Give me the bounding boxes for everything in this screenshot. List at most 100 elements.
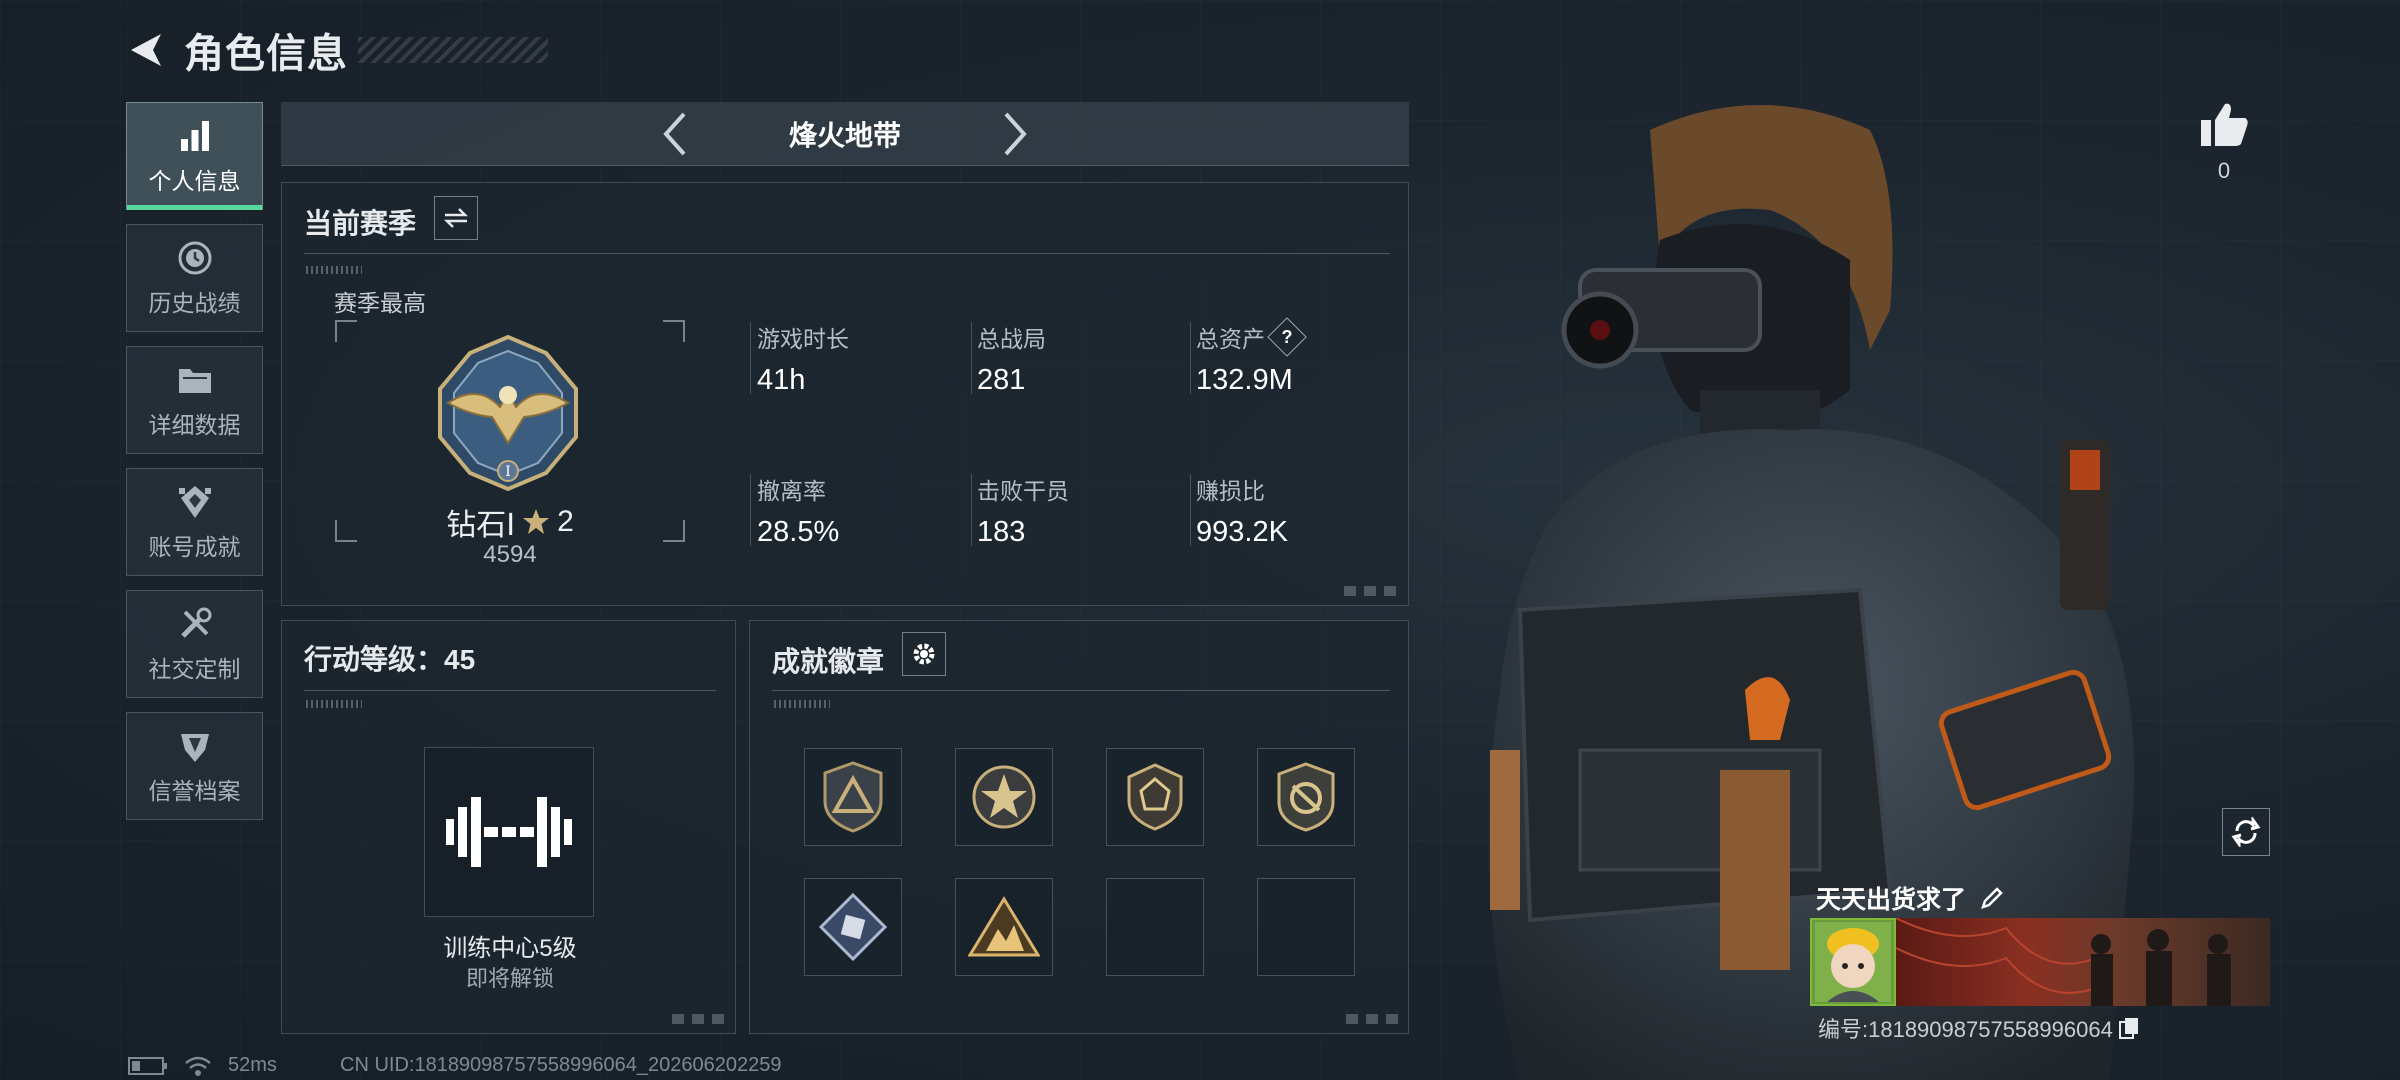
player-name-row: 天天出货求了 [1816, 880, 2004, 916]
bar-chart-icon [175, 116, 215, 156]
training-center-icon-box[interactable] [424, 747, 594, 917]
triangle-badge-icon [823, 761, 883, 833]
corner-decoration [672, 1014, 726, 1024]
unlock-name: 训练中心5级 [443, 935, 577, 962]
help-icon[interactable]: ? [1267, 317, 1307, 357]
decoration-ticks [774, 700, 830, 708]
stat-value: 281 [977, 364, 1026, 396]
back-button[interactable] [124, 27, 170, 73]
thumbs-up-icon [2201, 103, 2248, 146]
switch-season-button[interactable] [434, 196, 478, 240]
stat-value: 993.2K [1196, 516, 1288, 548]
sidebar-item-label: 信誉档案 [148, 778, 241, 804]
badges-divider [772, 690, 1390, 691]
header: 角色信息 [124, 22, 548, 78]
tools-icon [175, 604, 215, 644]
stat-divider [1190, 322, 1191, 394]
stat-value: 28.5% [757, 516, 840, 548]
status-bar: 52ms [128, 1054, 277, 1077]
svg-text:I: I [505, 464, 511, 480]
badge-slot[interactable] [955, 748, 1053, 846]
rank-tier: 钻石Ⅰ [446, 509, 516, 542]
wifi-icon [185, 1056, 211, 1076]
stat-total-assets: 总资产 ? 132.9M [1196, 317, 1307, 397]
back-arrow-icon [131, 34, 161, 66]
stat-label: 击败干员 [977, 478, 1069, 504]
badge-slot[interactable] [804, 878, 902, 976]
rank-name: 钻石Ⅰ 2 [420, 500, 600, 544]
badges-title: 成就徽章 [772, 646, 885, 677]
badge-slot-empty[interactable] [1106, 878, 1204, 976]
sidebar-item-label: 社交定制 [148, 656, 241, 682]
sidebar-item-detailed-data[interactable]: 详细数据 [126, 346, 263, 454]
sidebar-item-reputation[interactable]: 信誉档案 [126, 712, 263, 820]
sidebar-item-label: 历史战绩 [148, 290, 241, 316]
sidebar-item-label: 账号成就 [148, 534, 241, 560]
shield-icon [175, 726, 215, 766]
copy-icon[interactable] [2118, 1017, 2139, 1039]
gear-icon [913, 643, 935, 665]
like-button[interactable] [2196, 96, 2252, 152]
page-title: 角色信息 [184, 32, 348, 76]
player-card [1810, 918, 2270, 1006]
chevron-right-icon [1004, 112, 1027, 155]
season-best-label: 赛季最高 [334, 290, 426, 316]
stat-value: 183 [977, 516, 1026, 548]
stat-play-time: 游戏时长 41h [757, 320, 849, 397]
edit-icon[interactable] [1980, 886, 2004, 910]
rank-score: 4594 [483, 541, 537, 568]
sidebar-item-achievements[interactable]: 账号成就 [126, 468, 263, 576]
badge-settings-button[interactable] [902, 632, 946, 676]
prev-mode-button[interactable] [645, 104, 705, 164]
stat-divider [971, 322, 972, 394]
next-mode-button[interactable] [985, 104, 1045, 164]
mountain-badge-icon [968, 896, 1040, 957]
help-mark: ? [1281, 326, 1293, 347]
achievement-icon [175, 482, 215, 522]
avatar[interactable] [1810, 918, 1896, 1006]
stat-kills: 击败干员 183 [977, 472, 1069, 549]
folder-icon [175, 360, 215, 400]
player-id: 编号:18189098757558996064 [1818, 1017, 2113, 1042]
stat-divider [971, 474, 972, 546]
uid-text: CN UID:18189098757558996064_202606202259 [340, 1054, 782, 1076]
decoration-ticks [306, 700, 362, 708]
avatar-icon [1815, 922, 1891, 1002]
stat-label-row: 总资产 ? [1196, 317, 1307, 357]
star-icon [523, 509, 550, 534]
stat-profit-ratio: 赚损比 993.2K [1196, 472, 1288, 549]
badge-slot[interactable] [1257, 748, 1355, 846]
player-banner[interactable] [1896, 918, 2270, 1006]
sidebar-item-label: 个人信息 [148, 168, 241, 194]
badge-slot[interactable] [1106, 748, 1204, 846]
season-divider [304, 253, 1390, 254]
level-divider [304, 690, 716, 691]
sidebar-item-label: 详细数据 [148, 412, 241, 438]
stat-divider [1190, 474, 1191, 546]
mode-selector: 烽火地带 [281, 102, 1409, 166]
crest-badge-icon [1127, 763, 1183, 831]
refresh-button[interactable] [2222, 808, 2270, 856]
badge-slot-empty[interactable] [1257, 878, 1355, 976]
stat-value: 41h [757, 364, 806, 396]
stat-extract-rate: 撤离率 28.5% [757, 472, 839, 549]
stat-divider [750, 474, 751, 546]
badge-slot[interactable] [955, 878, 1053, 976]
badge-slot[interactable] [804, 748, 902, 846]
decoration-ticks [306, 266, 362, 274]
banner-art [1896, 918, 2231, 1006]
unlock-status: 即将解锁 [465, 966, 554, 991]
star-badge-icon [972, 765, 1036, 829]
ping-value: 52ms [228, 1054, 277, 1076]
stat-total-matches: 总战局 281 [977, 320, 1046, 397]
like-count: 0 [2217, 158, 2231, 183]
sidebar-item-social[interactable]: 社交定制 [126, 590, 263, 698]
sidebar-item-history[interactable]: 历史战绩 [126, 224, 263, 332]
sidebar-item-personal-info[interactable]: 个人信息 [126, 102, 263, 210]
battery-icon [128, 1056, 167, 1075]
stat-label: 总战局 [977, 326, 1046, 352]
corner-decoration [1346, 1014, 1400, 1024]
mode-title: 烽火地带 [788, 119, 901, 151]
level-title: 行动等级：45 [304, 644, 476, 675]
dumbbell-icon [446, 797, 572, 867]
